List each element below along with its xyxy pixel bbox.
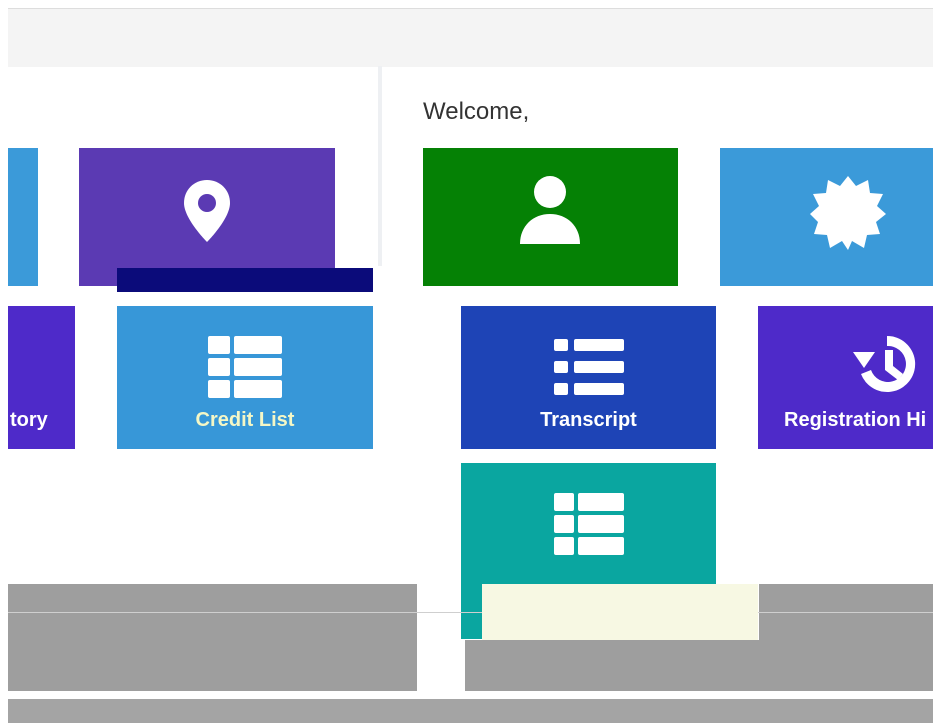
cream-panel <box>482 584 758 640</box>
map-pin-icon <box>184 180 230 242</box>
list-icon <box>554 339 624 395</box>
tile-registration-history[interactable]: Registration Hi <box>758 306 933 449</box>
user-icon <box>520 176 580 244</box>
tile-left-blue[interactable] <box>8 148 38 286</box>
tile-location[interactable] <box>79 148 335 286</box>
tile-credit-list[interactable]: Credit List <box>117 306 373 449</box>
gray-panel-left <box>8 584 417 691</box>
tile-history-label: tory <box>10 409 48 431</box>
tile-transcript[interactable]: Transcript <box>461 306 716 449</box>
bottom-bar <box>8 699 933 723</box>
divider-line <box>8 612 933 613</box>
table-icon <box>208 336 282 398</box>
gray-panel-center <box>465 640 933 691</box>
tile-badge[interactable] <box>720 148 933 286</box>
badge-icon <box>810 176 886 250</box>
credit-list-label: Credit List <box>195 409 295 431</box>
table-icon <box>554 493 624 555</box>
registration-history-label: Registration Hi <box>784 409 927 431</box>
welcome-text: Welcome, <box>423 98 530 125</box>
transcript-label: Transcript <box>540 409 637 431</box>
tile-history-partial[interactable]: tory <box>8 306 75 449</box>
tile-profile[interactable] <box>423 148 678 286</box>
overlay-strip <box>117 268 373 292</box>
history-icon <box>853 335 916 392</box>
top-bar <box>8 8 933 67</box>
divider <box>378 66 382 266</box>
